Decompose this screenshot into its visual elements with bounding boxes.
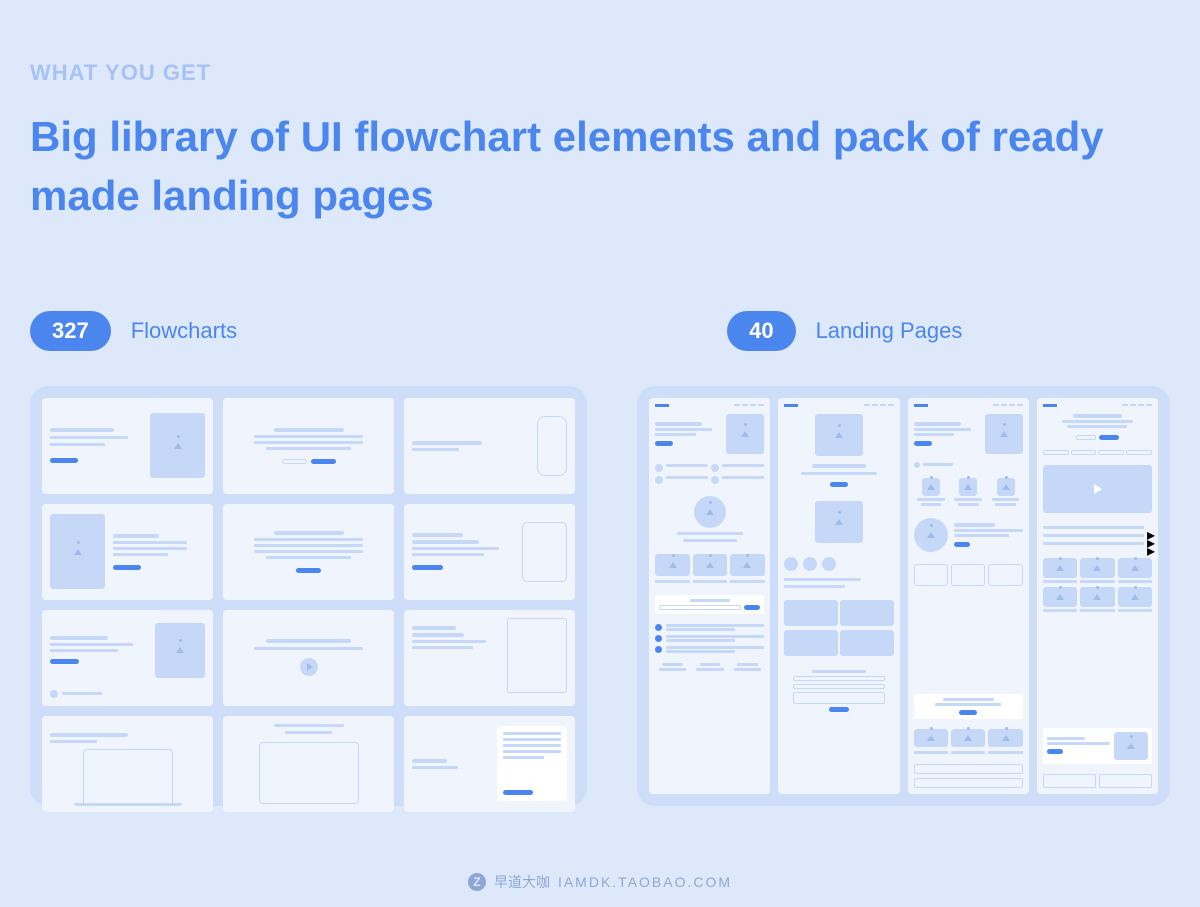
stat-flowcharts: 327 Flowcharts — [30, 311, 237, 351]
watermark-icon: Z — [468, 873, 486, 891]
flowcharts-count-badge: 327 — [30, 311, 111, 351]
stat-landing: 40 Landing Pages — [727, 311, 962, 351]
wireframe-card — [404, 610, 575, 706]
wireframe-card — [404, 398, 575, 494]
page-headline: Big library of UI flowchart elements and… — [30, 108, 1170, 226]
wireframe-card — [42, 610, 213, 706]
landing-preview: ▸ ▸ ▸ — [637, 386, 1170, 806]
wireframe-card — [42, 398, 213, 494]
wireframe-card — [404, 504, 575, 600]
landing-wireframe — [778, 398, 899, 794]
wireframe-card — [223, 610, 394, 706]
landing-wireframe — [649, 398, 770, 794]
flowcharts-preview — [30, 386, 587, 806]
watermark-url: IAMDK.TAOBAO.COM — [558, 874, 732, 890]
landing-wireframe: ▸ ▸ ▸ — [1037, 398, 1158, 794]
wireframe-card — [42, 504, 213, 600]
wireframe-card — [223, 504, 394, 600]
landing-label: Landing Pages — [816, 318, 963, 344]
wireframe-card — [42, 716, 213, 812]
watermark: Z 早道大咖 IAMDK.TAOBAO.COM — [468, 872, 732, 892]
landing-wireframe — [908, 398, 1029, 794]
wireframe-card — [404, 716, 575, 812]
previews-row: ▸ ▸ ▸ — [30, 386, 1170, 806]
wireframe-card — [223, 716, 394, 812]
wireframe-card — [223, 398, 394, 494]
flowcharts-label: Flowcharts — [131, 318, 237, 344]
landing-count-badge: 40 — [727, 311, 795, 351]
eyebrow-label: WHAT YOU GET — [30, 60, 1170, 86]
watermark-brand: 早道大咖 — [494, 872, 550, 892]
stats-row: 327 Flowcharts 40 Landing Pages — [30, 311, 1170, 351]
